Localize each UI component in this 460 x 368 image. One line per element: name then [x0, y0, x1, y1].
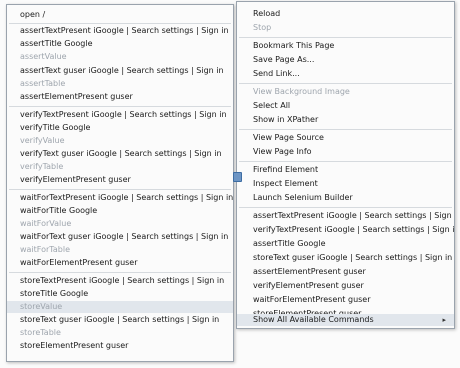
menu-item-wait-for-text[interactable]: waitForText guser iGoogle | Search setti…	[7, 231, 233, 243]
menu-item-launch-selenium-builder[interactable]: Launch Selenium Builder	[237, 192, 454, 204]
menu-separator	[239, 37, 452, 38]
menu-item-wait-for-text-present[interactable]: waitForTextPresent iGoogle | Search sett…	[7, 192, 233, 204]
menu-item-assert-text[interactable]: assertText guser iGoogle | Search settin…	[7, 65, 233, 77]
browser-context-menu: Reload Stop Bookmark This Page Save Page…	[236, 1, 455, 329]
menu-separator	[239, 161, 452, 162]
menu-separator	[9, 189, 231, 190]
menu-item-verify-element-present[interactable]: verifyElementPresent guser	[7, 174, 233, 186]
menu-item-assert-element-present[interactable]: assertElementPresent guser	[7, 91, 233, 103]
menu-item-inspect-element[interactable]: Inspect Element	[237, 178, 454, 190]
menu-item-store-text-present[interactable]: storeTextPresent iGoogle | Search settin…	[7, 275, 233, 287]
menu-separator	[9, 106, 231, 107]
menu-item-view-background-image[interactable]: View Background Image	[237, 86, 454, 98]
menu-item-reload[interactable]: Reload	[237, 8, 454, 20]
menu-item-stop[interactable]: Stop	[237, 22, 454, 34]
menu-item-verify-text-present[interactable]: verifyTextPresent iGoogle | Search setti…	[7, 109, 233, 121]
menu-item-wait-for-table[interactable]: waitForTable	[7, 244, 233, 256]
menu-item-open[interactable]: open /	[7, 9, 233, 21]
menu-item-assert-text-present[interactable]: assertTextPresent iGoogle | Search setti…	[7, 25, 233, 37]
menu-separator	[9, 23, 231, 24]
menu-item-firefind-element[interactable]: Firefind Element	[237, 164, 454, 176]
menu-item-assert-table[interactable]: assertTable	[7, 78, 233, 90]
menu-item-view-page-source[interactable]: View Page Source	[237, 132, 454, 144]
menu-item-store-element-present[interactable]: storeElementPresent guser	[7, 340, 233, 352]
menu-item-save-page-as[interactable]: Save Page As...	[237, 54, 454, 66]
menu-item-show-all-commands[interactable]: Show All Available Commands ▸	[237, 314, 454, 326]
submenu-arrow-icon: ▸	[442, 316, 446, 324]
menu-item-store-value[interactable]: storeValue	[7, 301, 233, 313]
menu-item-store-text[interactable]: storeText guser iGoogle | Search setting…	[237, 252, 454, 264]
menu-item-view-page-info[interactable]: View Page Info	[237, 146, 454, 158]
menu-item-assert-value[interactable]: assertValue	[7, 51, 233, 63]
menu-item-store-text[interactable]: storeText guser iGoogle | Search setting…	[7, 314, 233, 326]
menu-item-wait-for-value[interactable]: waitForValue	[7, 218, 233, 230]
selenium-command-menu: open / assertTextPresent iGoogle | Searc…	[6, 4, 234, 362]
menu-item-send-link[interactable]: Send Link...	[237, 68, 454, 80]
menu-separator	[239, 83, 452, 84]
menu-item-verify-value[interactable]: verifyValue	[7, 135, 233, 147]
menu-item-verify-table[interactable]: verifyTable	[7, 161, 233, 173]
menu-item-assert-title[interactable]: assertTitle Google	[237, 238, 454, 250]
menu-item-assert-text-present[interactable]: assertTextPresent iGoogle | Search setti…	[237, 210, 454, 222]
menu-item-store-table[interactable]: storeTable	[7, 327, 233, 339]
menu-item-show-in-xpather[interactable]: Show in XPather	[237, 114, 454, 126]
menu-item-verify-text-present[interactable]: verifyTextPresent iGoogle | Search setti…	[237, 224, 454, 236]
menu-item-bookmark-page[interactable]: Bookmark This Page	[237, 40, 454, 52]
menu-item-assert-element-present[interactable]: assertElementPresent guser	[237, 266, 454, 278]
menu-item-store-title[interactable]: storeTitle Google	[7, 288, 233, 300]
menu-item-wait-for-title[interactable]: waitForTitle Google	[7, 205, 233, 217]
menu-separator	[239, 129, 452, 130]
menu-item-verify-text[interactable]: verifyText guser iGoogle | Search settin…	[7, 148, 233, 160]
menu-item-verify-element-present[interactable]: verifyElementPresent guser	[237, 280, 454, 292]
menu-item-label: Show All Available Commands	[253, 315, 374, 324]
menu-item-wait-for-element-present[interactable]: waitForElementPresent guser	[237, 294, 454, 306]
menu-item-assert-title[interactable]: assertTitle Google	[7, 38, 233, 50]
menu-item-verify-title[interactable]: verifyTitle Google	[7, 122, 233, 134]
selenium-ide-icon	[233, 172, 242, 182]
menu-separator	[9, 272, 231, 273]
menu-item-wait-for-element-present[interactable]: waitForElementPresent guser	[7, 257, 233, 269]
menu-item-select-all[interactable]: Select All	[237, 100, 454, 112]
menu-separator	[239, 207, 452, 208]
